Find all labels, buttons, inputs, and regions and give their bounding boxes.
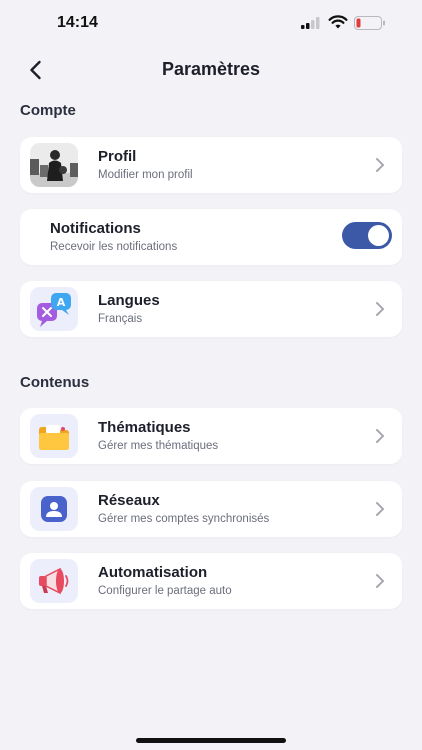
chevron-right-icon <box>376 302 384 316</box>
reseaux-subtitle: Gérer mes comptes synchronisés <box>98 513 270 525</box>
contact-card-icon <box>30 487 78 531</box>
settings-item-profil[interactable]: Profil Modifier mon profil <box>20 137 402 193</box>
profile-avatar <box>30 143 78 187</box>
nav-bar: Paramètres <box>0 52 422 86</box>
settings-item-langues[interactable]: A Langues Français <box>20 281 402 337</box>
chevron-right-icon <box>376 502 384 516</box>
status-bar: 14:14 <box>0 0 422 46</box>
page-title: Paramètres <box>161 59 261 79</box>
thematiques-subtitle: Gérer mes thématiques <box>98 440 219 452</box>
profil-label: Profil <box>98 148 137 165</box>
settings-item-thematiques[interactable]: Thématiques Gérer mes thématiques <box>20 408 402 464</box>
translate-icon: A <box>30 287 78 331</box>
reseaux-label: Réseaux <box>98 492 160 509</box>
megaphone-icon <box>30 559 78 603</box>
langues-label: Langues <box>98 292 160 309</box>
automatisation-subtitle: Configurer le partage auto <box>98 585 232 597</box>
wifi-icon <box>328 15 348 29</box>
section-title-contenus: Contenus <box>20 374 90 391</box>
chevron-right-icon <box>376 158 384 172</box>
langues-subtitle: Français <box>98 313 143 325</box>
automatisation-label: Automatisation <box>98 564 208 581</box>
notifications-toggle[interactable] <box>342 222 392 249</box>
settings-item-automatisation[interactable]: Automatisation Configurer le partage aut… <box>20 553 402 609</box>
thematiques-label: Thématiques <box>98 419 191 436</box>
folder-icon <box>30 414 78 458</box>
section-title-compte: Compte <box>20 102 76 119</box>
toggle-knob <box>368 225 389 246</box>
chevron-right-icon <box>376 574 384 588</box>
svg-text:A: A <box>57 296 66 309</box>
battery-icon <box>354 16 385 30</box>
signal-icon <box>301 17 320 29</box>
notifications-label: Notifications <box>50 220 141 237</box>
chevron-right-icon <box>376 429 384 443</box>
notifications-subtitle: Recevoir les notifications <box>50 241 178 253</box>
home-indicator[interactable] <box>136 738 286 743</box>
profil-subtitle: Modifier mon profil <box>98 169 193 181</box>
settings-item-notifications: Notifications Recevoir les notifications <box>20 209 402 265</box>
status-time: 14:14 <box>57 14 98 31</box>
settings-item-reseaux[interactable]: Réseaux Gérer mes comptes synchronisés <box>20 481 402 537</box>
